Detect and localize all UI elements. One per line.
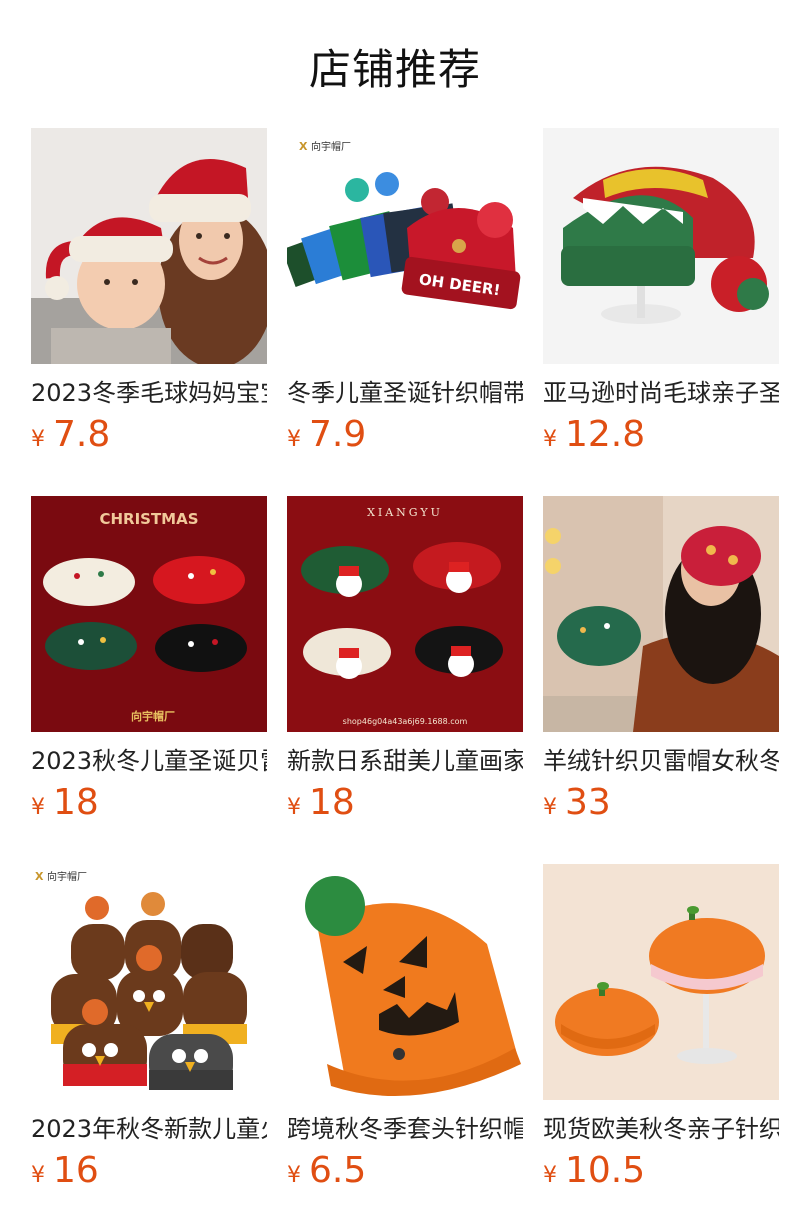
product-name[interactable]: 2023冬季毛球妈妈宝宝亲子圣诞帽 [31,376,267,410]
product-card[interactable]: 跨境秋冬季套头针织帽 ¥ 6.5 [287,864,523,1191]
product-image[interactable] [543,496,779,732]
currency-symbol: ¥ [543,795,557,820]
price-value: 10.5 [565,1150,646,1191]
product-price: ¥ 10.5 [543,1150,779,1191]
currency-symbol: ¥ [287,427,301,452]
product-card[interactable]: 2023冬季毛球妈妈宝宝亲子圣诞帽 ¥ 7.8 [31,128,267,455]
banner-text: XIANGYU [367,506,443,519]
page-title: 店铺推荐 [308,45,481,94]
currency-symbol: ¥ [287,795,301,820]
currency-symbol: ¥ [287,1163,301,1188]
price-value: 16 [53,1150,99,1191]
product-name[interactable]: 冬季儿童圣诞针织帽带灯 [287,376,523,410]
product-card[interactable]: XIANGYU shop46g04a43a6j69.1688.com 新款日系甜… [287,496,523,823]
brand-logo-text: 向宇帽厂 [131,709,175,723]
product-card[interactable]: X 向宇帽厂 2023年秋冬新款儿童火鸡帽 ¥ 16 [31,864,267,1191]
price-value: 18 [309,782,355,823]
product-price: ¥ 18 [287,782,523,823]
product-price: ¥ 18 [31,782,267,823]
product-price: ¥ 12.8 [543,414,779,455]
currency-symbol: ¥ [543,1163,557,1188]
price-value: 33 [565,782,611,823]
brand-logo-text: 向宇帽厂 [47,870,87,883]
price-value: 18 [53,782,99,823]
currency-symbol: ¥ [543,427,557,452]
price-value: 7.9 [309,414,367,455]
product-image[interactable]: X 向宇帽厂 [31,864,267,1100]
product-image[interactable] [31,128,267,364]
product-card[interactable]: 现货欧美秋冬亲子针织南瓜帽 ¥ 10.5 [543,864,779,1191]
brand-logo-text: 向宇帽厂 [311,140,351,153]
product-name[interactable]: 跨境秋冬季套头针织帽 [287,1112,523,1146]
product-image[interactable]: CHRISTMAS 向宇帽厂 [31,496,267,732]
product-price: ¥ 16 [31,1150,267,1191]
product-name[interactable]: 现货欧美秋冬亲子针织南瓜帽 [543,1112,779,1146]
product-image[interactable]: XIANGYU shop46g04a43a6j69.1688.com [287,496,523,732]
product-price: ¥ 6.5 [287,1150,523,1191]
product-image[interactable] [543,864,779,1100]
price-value: 6.5 [309,1150,367,1191]
currency-symbol: ¥ [31,427,45,452]
currency-symbol: ¥ [31,795,45,820]
product-name[interactable]: 2023秋冬儿童圣诞贝雷帽 [31,744,267,778]
shop-url-text: shop46g04a43a6j69.1688.com [343,717,468,726]
svg-text:X: X [35,870,44,883]
product-name[interactable]: 亚马逊时尚毛球亲子圣诞帽 [543,376,779,410]
banner-text: CHRISTMAS [99,510,198,528]
product-price: ¥ 7.8 [31,414,267,455]
product-image[interactable] [287,864,523,1100]
product-price: ¥ 33 [543,782,779,823]
product-name[interactable]: 2023年秋冬新款儿童火鸡帽 [31,1112,267,1146]
product-card[interactable]: X 向宇帽厂 OH DEER! 冬季儿童圣诞针织帽带灯 ¥ 7.9 [287,128,523,455]
price-value: 7.8 [53,414,111,455]
product-name[interactable]: 新款日系甜美儿童画家帽 [287,744,523,778]
product-card[interactable]: 亚马逊时尚毛球亲子圣诞帽 ¥ 12.8 [543,128,779,455]
product-name[interactable]: 羊绒针织贝雷帽女秋冬 [543,744,779,778]
product-image[interactable] [543,128,779,364]
currency-symbol: ¥ [31,1163,45,1188]
product-card[interactable]: CHRISTMAS 向宇帽厂 2023秋冬儿童圣诞贝雷帽 ¥ 18 [31,496,267,823]
product-image[interactable]: X 向宇帽厂 OH DEER! [287,128,523,364]
price-value: 12.8 [565,414,646,455]
svg-text:X: X [299,140,308,153]
product-card[interactable]: 羊绒针织贝雷帽女秋冬 ¥ 33 [543,496,779,823]
product-price: ¥ 7.9 [287,414,523,455]
